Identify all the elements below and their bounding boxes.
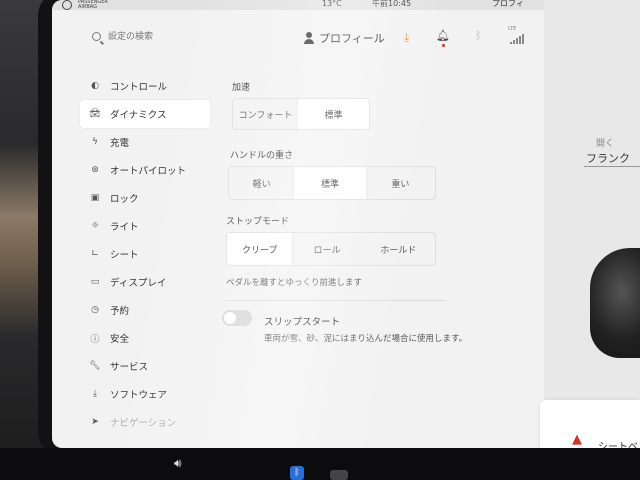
bluetooth-icon[interactable]: ᛒ [475,29,482,42]
stopping-mode-option-creep[interactable]: クリープ [227,233,293,265]
status-profile-label[interactable]: プロフィ [492,0,524,8]
sidebar-item-label: ロック [110,194,139,205]
sidebar-item-safety[interactable]: ⓘ 安全 [80,324,210,352]
stopping-mode-selector: クリープ ロール ホールド [226,232,436,266]
sidebar-item-label: 安全 [110,334,130,345]
airbag-status: PASSENGER AIRBAG [78,0,108,10]
sidebar-item-schedule[interactable]: ◷ 予約 [80,296,210,324]
notification-dot [442,44,445,47]
sidebar-item-lights[interactable]: ☼ ライト [80,212,210,240]
lock-icon: ▣ [90,193,100,203]
acceleration-option-standard[interactable]: 標準 [298,99,369,129]
signal-icon [510,34,526,44]
sidebar-item-locks[interactable]: ▣ ロック [80,184,210,212]
steering-selector: 軽い 標準 重い [228,166,436,200]
slip-start-description: 車両が雪、砂、泥にはまり込んだ場合に使用します。 [264,334,468,344]
car-model-render [590,248,640,358]
navigation-icon: ➤ [91,417,99,427]
info-icon: ⓘ [90,334,100,345]
frunk-pointer-line [584,166,640,167]
sidebar-item-software[interactable]: ⤓ ソフトウェア [80,380,210,408]
sidebar-item-label: ナビゲーション [110,418,177,429]
steering-label: ハンドルの重さ [230,151,294,161]
sidebar-item-charging[interactable]: ϟ 充電 [80,128,210,156]
volume-icon[interactable]: 🔊︎ [174,456,182,471]
acceleration-selector: コンフォート 標準 [232,98,370,130]
settings-sidebar: ◐ コントロール 🚘︎ ダイナミクス ϟ 充電 ⊛ オートパイロット ▣ ロック… [80,72,210,436]
steering-wheel-icon: ⊛ [91,165,99,175]
stopping-mode-label: ストップモード [226,217,290,227]
sidebar-item-label: 充電 [110,138,130,149]
slip-start-title: スリップスタート [264,317,341,328]
sidebar-item-autopilot[interactable]: ⊛ オートパイロット [80,156,210,184]
sidebar-item-navigation[interactable]: ➤ ナビゲーション [80,408,210,436]
bolt-icon: ϟ [92,137,98,147]
car-icon: 🚘︎ [89,109,101,119]
bluetooth-app-icon[interactable]: ᛒ [290,466,304,480]
sidebar-item-dynamics[interactable]: 🚘︎ ダイナミクス [80,100,210,128]
sidebar-item-label: サービス [110,362,149,373]
clock-icon: ◷ [91,305,99,315]
car-view-panel [544,0,640,448]
search-input[interactable] [108,28,258,46]
sidebar-item-label: ディスプレイ [110,278,167,289]
sidebar-item-label: ダイナミクス [110,110,167,121]
app-launcher-icon[interactable] [330,470,348,480]
sidebar-item-seats[interactable]: ∟ シート [80,240,210,268]
acceleration-option-comfort[interactable]: コンフォート [233,99,298,129]
lte-label: LTE [508,26,517,32]
sidebar-item-display[interactable]: ▭ ディスプレイ [80,268,210,296]
sidebar-item-label: シート [110,250,139,261]
airbag-label-airbag: AIRBAG [78,4,98,10]
bell-icon[interactable]: 🔔︎ [436,29,450,42]
section-divider [226,300,446,301]
acceleration-label: 加速 [232,83,251,93]
download-icon[interactable]: ⤓ [404,30,409,45]
sidebar-item-controls[interactable]: ◐ コントロール [80,72,210,100]
steering-option-standard[interactable]: 標準 [294,167,366,199]
sun-icon: ☼ [90,221,100,231]
frunk-open-label[interactable]: 開く [596,136,614,149]
person-icon [304,32,314,44]
profile-label: プロフィール [319,32,385,45]
profile-button[interactable]: プロフィール [304,28,385,48]
clock-readout: 午前10:45 [372,0,412,8]
bottom-taskbar [0,448,640,480]
warning-icon: ▲ [572,432,582,447]
sidebar-item-label: ソフトウェア [110,390,168,401]
sidebar-item-label: 予約 [110,306,130,317]
temperature-readout: 13°C [322,0,342,8]
display-icon: ▭ [90,277,100,287]
toggle-icon: ◐ [91,81,99,91]
steering-option-heavy[interactable]: 重い [366,167,435,199]
settings-top-bar: プロフィール ⤓ 🔔︎ ᛒ LTE [52,22,552,52]
airbag-icon [62,0,72,10]
sidebar-item-label: オートパイロット [110,166,187,177]
stopping-mode-option-roll[interactable]: ロール [292,233,361,265]
slip-start-toggle[interactable] [222,310,252,326]
wrench-icon: 🔧︎ [89,361,101,371]
stopping-mode-option-hold[interactable]: ホールド [362,233,435,265]
download-icon: ⤓ [93,389,97,399]
steering-option-light[interactable]: 軽い [229,167,294,199]
stopping-mode-description: ペダルを離すとゆっくり前進します [226,278,363,288]
seat-icon: ∟ [91,249,99,259]
search-icon [92,32,101,41]
sidebar-item-service[interactable]: 🔧︎ サービス [80,352,210,380]
frunk-label[interactable]: フランク [586,150,630,166]
sidebar-item-label: ライト [110,222,139,233]
sidebar-item-label: コントロール [110,82,168,93]
